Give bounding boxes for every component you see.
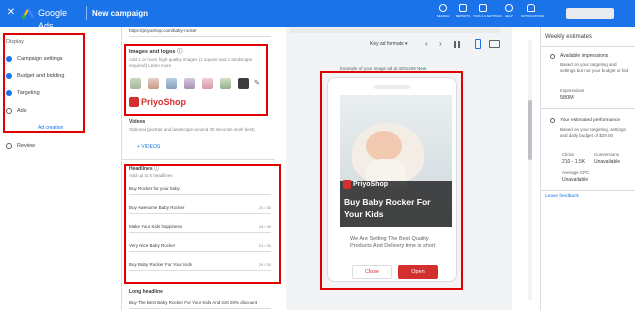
campaign-steps-nav [0, 27, 120, 310]
campaign-type-label: Display [6, 39, 25, 45]
nav-subitem-ad-creation[interactable]: Ad creation [38, 124, 98, 132]
circle-icon [6, 108, 12, 114]
headlines-heading: Headlines ⓘ [129, 166, 160, 172]
conversions-label: Conversions [594, 152, 620, 157]
section-divider [121, 159, 275, 160]
notifications-button[interactable]: NOTIFICATIONS [521, 4, 544, 23]
topbar-divider [86, 6, 87, 20]
circle-icon [6, 143, 12, 149]
ad-headline: Buy Baby Rocker For Your Kids [344, 197, 431, 219]
impressions-label: Impressions [560, 88, 585, 93]
images-help-text: Add 1 or more high-quality images (1 squ… [129, 57, 253, 68]
headline-input-5[interactable]: Buy Baby Rocker For Your Kids 29 / 30 [129, 260, 271, 271]
clicks-value: 210 - 1.5K [562, 159, 586, 165]
long-headline-heading: Long headline [129, 289, 163, 295]
help-icon[interactable]: ⓘ [154, 166, 159, 172]
preview-tabs-bar [290, 28, 500, 33]
ad-close-button[interactable]: Close [352, 265, 392, 279]
search-tool-button[interactable]: SEARCH [433, 4, 453, 23]
image-thumbnail[interactable] [238, 78, 249, 89]
ad-description: We Are Setting The Best Quality Products… [350, 236, 436, 249]
wrench-icon [479, 4, 487, 12]
baby-face-shape [366, 131, 402, 161]
estimated-performance-label: Your estimated performance [560, 118, 621, 123]
available-impressions-label: Available impressions [560, 53, 609, 59]
logo-thumbnail[interactable]: PriyoShop [129, 96, 189, 108]
long-headline-input[interactable]: Buy The Best Baby Rocker For Your Kids A… [129, 298, 271, 309]
help-button[interactable]: HELP [499, 4, 519, 23]
tools-settings-button[interactable]: TOOLS & SETTINGS [473, 4, 502, 23]
help-icon[interactable]: ⓘ [177, 49, 183, 55]
headline-input-3[interactable]: Make Your Kids happiness 24 / 30 [129, 222, 271, 233]
scrollbar[interactable] [528, 40, 532, 300]
nav-item-review[interactable]: Review [6, 141, 106, 151]
scrollbar-thumb[interactable] [528, 100, 532, 160]
account-selector[interactable] [566, 8, 614, 19]
check-circle-icon [6, 73, 12, 79]
page-title: New campaign [92, 9, 149, 18]
image-thumbnail[interactable] [220, 78, 231, 89]
impressions-value: 580M [560, 95, 574, 101]
top-app-bar: ✕ Google Ads New campaign SEARCH REPORTS… [0, 0, 635, 31]
image-thumbnail[interactable] [148, 78, 159, 89]
ad-brand-logo: PriyoShop [343, 179, 401, 191]
leave-feedback-link[interactable]: Leave feedback [545, 193, 605, 200]
app-name: Google Ads [38, 8, 68, 31]
headline-input-1[interactable]: Buy Rocker for your baby [129, 184, 271, 195]
clicks-label: Clicks [562, 152, 574, 157]
avg-cpc-label: Average CPC [562, 170, 590, 175]
available-impressions-desc: Based on your targeting and settings but… [560, 62, 629, 73]
mobile-device-icon[interactable] [475, 39, 481, 49]
avg-cpc-value: Unavailable [562, 177, 589, 183]
estimates-title: Weekly estimates [545, 34, 592, 40]
phone-speaker [374, 85, 410, 89]
estimates-divider [540, 190, 635, 191]
help-icon [505, 4, 513, 12]
image-thumbnail[interactable] [166, 78, 177, 89]
nav-item-budget[interactable]: Budget and bidding [6, 71, 106, 81]
headline-input-4[interactable]: Very Nice Baby Rocker 21 / 30 [129, 241, 271, 252]
headline-input-2[interactable]: Buy Awesome Baby Rocker 24 / 30 [129, 203, 271, 214]
nav-item-campaign-settings[interactable]: Campaign settings [6, 54, 106, 64]
estimates-divider [540, 46, 635, 47]
videos-help-text: Optional (portrait and landscape around … [129, 127, 255, 132]
image-thumbnail[interactable] [184, 78, 195, 89]
close-icon[interactable]: ✕ [6, 7, 16, 19]
nav-item-targeting[interactable]: Targeting [6, 88, 106, 98]
ad-open-button[interactable]: Open [398, 265, 438, 279]
estimates-divider [540, 108, 635, 109]
videos-heading: Videos [129, 119, 146, 125]
nav-item-ads[interactable]: Ads [6, 106, 106, 116]
desktop-device-icon[interactable] [489, 40, 500, 48]
reports-icon [459, 4, 467, 12]
headlines-help-text: Add up to 5 headlines [129, 173, 173, 178]
final-url-field[interactable]: https://priyoshop.com/baby-rocker [129, 26, 271, 37]
bell-icon [527, 4, 535, 12]
previous-icon[interactable]: ‹ [425, 39, 433, 49]
images-heading: Images and logos ⓘ [129, 49, 183, 55]
impressions-status-icon [550, 54, 555, 59]
google-ads-logo-icon [22, 8, 34, 19]
image-thumbnail[interactable] [130, 78, 141, 89]
shopping-bag-icon [343, 180, 351, 189]
next-icon[interactable]: › [439, 39, 447, 49]
image-thumbnail[interactable] [202, 78, 213, 89]
check-circle-icon [6, 90, 12, 96]
pause-icon[interactable] [453, 40, 461, 49]
check-circle-icon [6, 56, 12, 62]
add-videos-button[interactable]: + VIDEOS [137, 143, 177, 151]
conversions-value: Unavailable [594, 159, 621, 165]
shopping-bag-icon [129, 97, 139, 107]
estimated-performance-desc: Based on your targeting, settings and da… [560, 127, 626, 138]
ad-format-select[interactable]: Key ad formats ▾ [370, 40, 416, 49]
preview-caption: Example of your image ad at 320x269 New [340, 66, 427, 71]
ad-card-image[interactable]: PriyoShop Buy Baby Rocker For Your Kids [340, 95, 452, 227]
edit-pencil-icon[interactable]: ✎ [254, 80, 262, 88]
reports-tool-button[interactable]: REPORTS [453, 4, 473, 23]
performance-status-icon [550, 118, 555, 123]
search-icon [439, 4, 447, 12]
